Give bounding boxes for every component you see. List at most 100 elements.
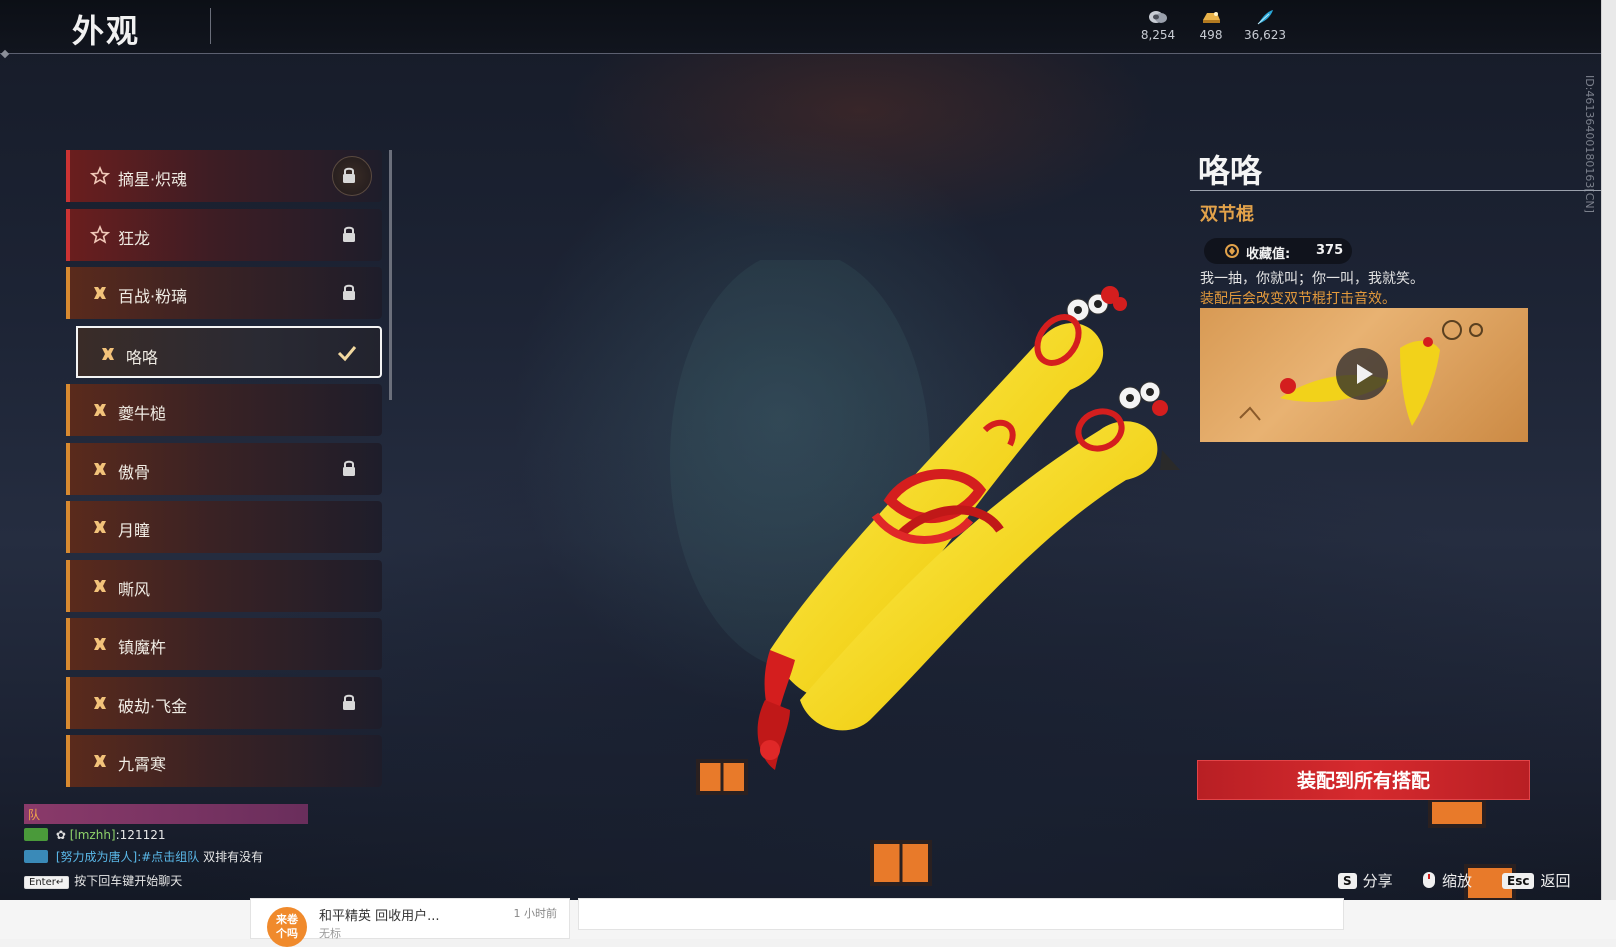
back-label: 返回 xyxy=(1540,872,1571,890)
share-label: 分享 xyxy=(1362,872,1393,890)
content-card xyxy=(578,898,1344,930)
feed-time: 1 小时前 xyxy=(513,907,558,920)
skin-item[interactable]: 摘星·炽魂 xyxy=(66,150,382,202)
collection-value-badge: 收藏值: 375 xyxy=(1204,238,1352,264)
skin-name: 咯咯 xyxy=(126,348,159,367)
cross-icon xyxy=(94,638,106,650)
share-hint[interactable]: S 分享 xyxy=(1338,870,1393,890)
chat-message: ✿ [lmzhh]:121121 xyxy=(24,828,165,842)
cross-icon xyxy=(102,348,114,360)
lantern-decoration xyxy=(696,759,748,795)
skin-item[interactable]: 百战·粉璃 xyxy=(66,267,382,319)
skin-item[interactable]: 夔牛槌 xyxy=(66,384,382,436)
cross-icon xyxy=(94,697,106,709)
lock-icon xyxy=(343,284,355,300)
cross-icon xyxy=(94,404,106,416)
item-weapon-type: 双节棍 xyxy=(1200,204,1254,225)
lock-icon xyxy=(343,460,355,476)
play-icon[interactable] xyxy=(1336,348,1388,400)
skin-name: 傲骨 xyxy=(118,463,151,482)
cross-icon xyxy=(94,755,106,767)
chat-message: [努力成为唐人]:#点击组队 双排有没有 xyxy=(24,848,263,865)
chat-channel-label: 队 xyxy=(28,808,41,822)
zoom-hint[interactable]: 缩放 xyxy=(1420,870,1472,890)
cross-icon xyxy=(94,521,106,533)
mouse-icon xyxy=(1423,872,1435,888)
star-icon xyxy=(90,225,110,244)
skin-item[interactable]: 九霄寒 xyxy=(66,735,382,787)
enter-key-icon: Enter↵ xyxy=(24,876,70,889)
lock-icon xyxy=(343,226,355,242)
silver-coin-icon xyxy=(1149,11,1167,23)
check-icon xyxy=(337,346,357,362)
collection-value: 375 xyxy=(1316,243,1344,258)
chat-sender[interactable]: [lmzhh] xyxy=(70,828,116,842)
title-divider xyxy=(210,8,211,44)
item-name: 咯咯 xyxy=(1198,152,1263,190)
back-hint[interactable]: Esc 返回 xyxy=(1502,870,1570,890)
skin-item[interactable]: 月瞳 xyxy=(66,501,382,553)
skin-name: 月瞳 xyxy=(118,521,151,540)
lock-icon xyxy=(343,167,355,183)
skin-item[interactable]: 镇魔杵 xyxy=(66,618,382,670)
chat-team-bar: 队 xyxy=(24,804,308,824)
lantern-decoration xyxy=(870,840,932,886)
star-icon xyxy=(90,166,110,185)
chat-sender[interactable]: [努力成为唐人] xyxy=(56,850,137,864)
chat-hint-text: 按下回车键开始聊天 xyxy=(74,874,183,888)
feed-title[interactable]: 和平精英 回收用户... xyxy=(319,905,440,924)
skin-item[interactable]: 破劫·飞金 xyxy=(66,677,382,729)
skin-name: 摘星·炽魂 xyxy=(118,170,188,189)
game-viewport: 外观 8,254 498 36,623 ID:4613640018016​3[C… xyxy=(0,0,1601,900)
collection-icon xyxy=(1225,244,1239,258)
cross-icon xyxy=(94,580,106,592)
chat-text: :121121 xyxy=(115,828,166,842)
weapon-preview-model[interactable] xyxy=(600,260,1240,780)
collection-label: 收藏值: xyxy=(1246,247,1291,262)
zoom-label: 缩放 xyxy=(1442,872,1473,890)
skin-name: 狂龙 xyxy=(118,229,151,248)
lock-icon xyxy=(343,694,355,710)
channel-badge-icon xyxy=(24,828,48,841)
chat-team-link[interactable]: :#点击组队 xyxy=(137,850,199,864)
feed-card[interactable]: 来卷 个吗 和平精英 回收用户... 1 小时前 无标 xyxy=(250,898,570,947)
item-name-divider xyxy=(1190,190,1601,191)
cross-icon xyxy=(94,463,106,475)
channel-badge-icon xyxy=(24,850,48,863)
skin-item[interactable]: 傲骨 xyxy=(66,443,382,495)
skin-name: 九霄寒 xyxy=(118,755,167,774)
video-preview[interactable] xyxy=(1200,308,1528,442)
skin-item[interactable]: 咯咯 xyxy=(76,326,382,378)
page-scrollbar[interactable] xyxy=(1601,0,1616,900)
avatar[interactable]: 来卷 个吗 xyxy=(267,907,307,947)
cross-icon xyxy=(94,287,106,299)
feather-icon xyxy=(1257,10,1273,25)
top-bar: 外观 8,254 498 36,623 xyxy=(0,0,1601,54)
skin-name: 夔牛槌 xyxy=(118,404,167,423)
esc-key: Esc xyxy=(1502,873,1535,889)
share-key: S xyxy=(1338,873,1357,889)
equip-all-button[interactable]: 装配到所有搭配 xyxy=(1197,760,1530,800)
currency-gold-value: 498 xyxy=(1199,28,1223,42)
below-game-area: 来卷 个吗 和平精英 回收用户... 1 小时前 无标 xyxy=(0,898,1616,947)
skin-list[interactable]: 摘星·炽魂狂龙百战·粉璃咯咯夔牛槌傲骨月瞳嘶风镇魔杵破劫·飞金九霄寒 xyxy=(66,150,382,800)
currency-silver-value: 8,254 xyxy=(1140,28,1176,42)
skin-name: 百战·粉璃 xyxy=(118,287,188,306)
gold-ingot-icon xyxy=(1203,12,1220,23)
item-description: 我一抽，你就叫；你一叫，我就笑。 xyxy=(1200,271,1424,287)
skin-item[interactable]: 狂龙 xyxy=(66,209,382,261)
skin-item[interactable]: 嘶风 xyxy=(66,560,382,612)
currency-feather: 36,623 xyxy=(1235,8,1295,42)
currency-silver: 8,254 xyxy=(1128,8,1188,42)
skin-name: 破劫·飞金 xyxy=(118,697,188,716)
page-title: 外观 xyxy=(72,12,141,50)
currency-gold: 498 xyxy=(1181,8,1241,42)
chat-enter-hint: Enter↵ 按下回车键开始聊天 xyxy=(24,872,182,889)
server-id-text: ID:4613640018016​3[CN] xyxy=(1583,75,1596,213)
lotus-icon: ✿ xyxy=(55,828,66,842)
skin-list-scrollbar[interactable] xyxy=(389,150,392,400)
currency-feather-value: 36,623 xyxy=(1244,28,1286,42)
lantern-decoration xyxy=(1428,800,1486,828)
skin-name: 镇魔杵 xyxy=(118,638,167,657)
item-effect-text: 装配后会改变双节棍打击音效。 xyxy=(1200,291,1396,307)
